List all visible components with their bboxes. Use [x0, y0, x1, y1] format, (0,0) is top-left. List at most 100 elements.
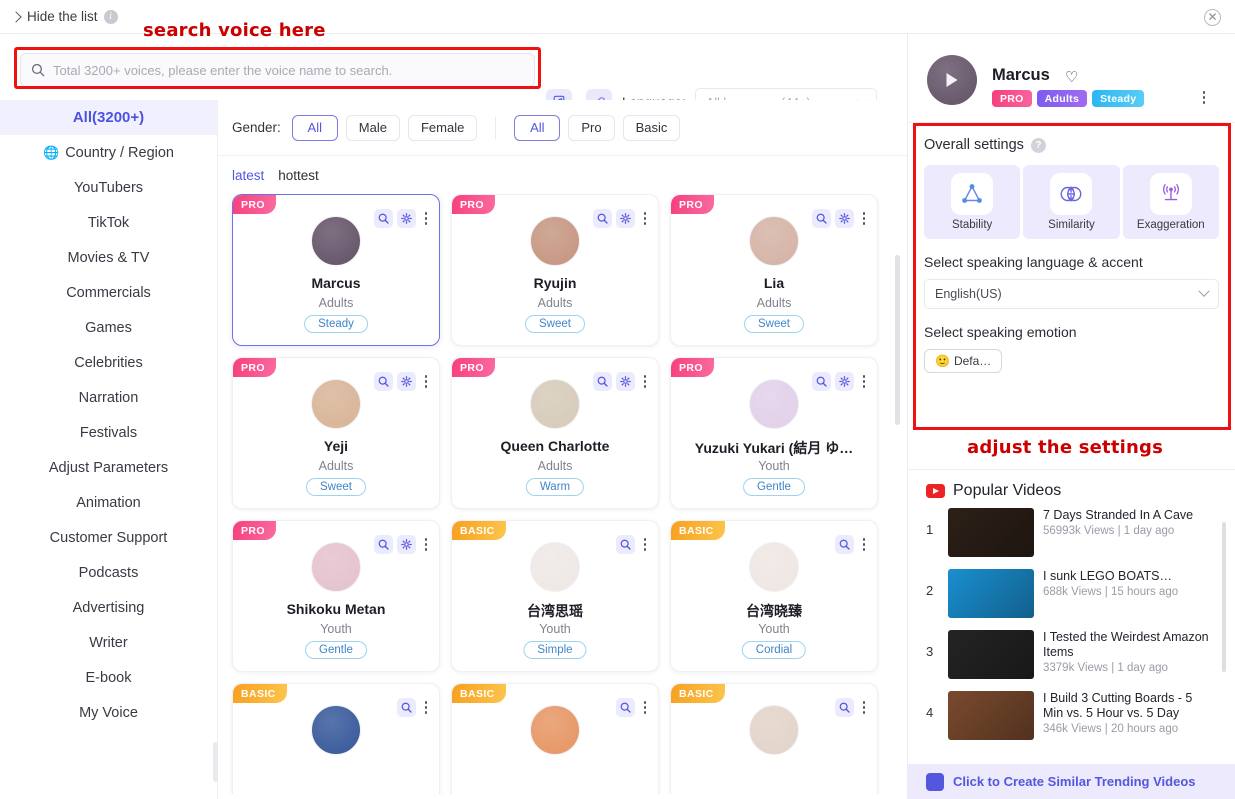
avatar[interactable]	[530, 379, 580, 429]
preview-search-icon[interactable]	[374, 372, 393, 391]
sidebar-item-tiktok[interactable]: TikTok	[0, 205, 217, 240]
category-sidebar[interactable]: All(3200+) 🌐 Country / Region YouTubers TikT…	[0, 100, 217, 799]
search-input[interactable]	[53, 62, 524, 78]
tier-option-basic[interactable]: Basic	[622, 114, 681, 141]
popular-video-thumbnail[interactable]	[948, 630, 1034, 679]
sidebar-item-podcasts[interactable]: Podcasts	[0, 555, 217, 590]
preview-search-icon[interactable]	[374, 209, 393, 228]
create-similar-videos-button[interactable]: + Click to Create Similar Trending Video…	[908, 764, 1235, 799]
more-options-icon[interactable]	[639, 698, 651, 717]
gender-option-female[interactable]: Female	[407, 114, 478, 141]
popular-video-thumbnail[interactable]	[948, 508, 1034, 557]
sort-tab-hottest[interactable]: hottest	[278, 168, 319, 183]
tier-option-pro[interactable]: Pro	[568, 114, 615, 141]
tier-filter-group[interactable]: All Pro Basic	[514, 114, 681, 141]
popular-video-thumbnail[interactable]	[948, 691, 1034, 740]
more-options-icon[interactable]	[420, 535, 432, 554]
gender-filter-group[interactable]: All Male Female	[291, 114, 478, 141]
avatar[interactable]	[530, 705, 580, 755]
avatar[interactable]	[311, 379, 361, 429]
preview-search-icon[interactable]	[593, 209, 612, 228]
more-options-icon[interactable]	[639, 209, 651, 228]
gear-icon[interactable]	[616, 372, 635, 391]
more-options-icon[interactable]	[420, 372, 432, 391]
more-options-icon[interactable]	[858, 535, 870, 554]
popular-video-item[interactable]: 2 I sunk LEGO BOATS… 688k Views | 15 hours…	[926, 569, 1235, 618]
more-options-icon[interactable]	[858, 698, 870, 717]
voice-card[interactable]: PRO Ryujin Adults Sweet	[451, 194, 659, 346]
avatar[interactable]	[530, 542, 580, 592]
avatar[interactable]	[749, 379, 799, 429]
sidebar-item-customer-support[interactable]: Customer Support	[0, 520, 217, 555]
sidebar-item-advertising[interactable]: Advertising	[0, 590, 217, 625]
main-scrollbar[interactable]	[895, 255, 900, 425]
sidebar-item-commercials[interactable]: Commercials	[0, 275, 217, 310]
gear-icon[interactable]	[397, 535, 416, 554]
gender-option-male[interactable]: Male	[345, 114, 400, 141]
voice-card[interactable]: PRO Lia Adults Sweet	[670, 194, 878, 346]
play-icon[interactable]	[946, 73, 958, 87]
sidebar-scrollbar[interactable]	[213, 742, 218, 782]
more-options-icon[interactable]	[1198, 88, 1210, 107]
preview-search-icon[interactable]	[374, 535, 393, 554]
sidebar-item-my-voice[interactable]: My Voice	[0, 695, 217, 730]
voice-card[interactable]: BASIC	[232, 683, 440, 794]
more-options-icon[interactable]	[420, 209, 432, 228]
avatar[interactable]	[530, 216, 580, 266]
voice-card[interactable]: BASIC 台湾晓臻 Youth Cordial	[670, 520, 878, 672]
sort-tabs[interactable]: latest hottest	[218, 156, 907, 194]
gear-icon[interactable]	[616, 209, 635, 228]
tile-exaggeration[interactable]: Exaggeration	[1122, 165, 1219, 239]
preview-search-icon[interactable]	[812, 209, 831, 228]
sidebar-item-all-3200[interactable]: All(3200+)	[0, 100, 217, 135]
gear-icon[interactable]	[397, 209, 416, 228]
gear-icon[interactable]	[397, 372, 416, 391]
popular-videos-scrollbar[interactable]	[1222, 522, 1226, 672]
sidebar-item-movies-tv[interactable]: Movies & TV	[0, 240, 217, 275]
preview-search-icon[interactable]	[812, 372, 831, 391]
popular-video-item[interactable]: 3 I Tested the Weirdest Amazon Items 3379k…	[926, 630, 1235, 679]
sidebar-item-games[interactable]: Games	[0, 310, 217, 345]
voice-card[interactable]: BASIC	[451, 683, 659, 794]
sidebar-item-writer[interactable]: Writer	[0, 625, 217, 660]
voice-card[interactable]: BASIC	[670, 683, 878, 794]
gender-option-all[interactable]: All	[291, 114, 338, 141]
tier-option-all[interactable]: All	[514, 114, 561, 141]
avatar[interactable]	[927, 55, 977, 105]
gear-icon[interactable]	[835, 209, 854, 228]
avatar[interactable]	[311, 542, 361, 592]
sidebar-item-animation[interactable]: Animation	[0, 485, 217, 520]
voice-card[interactable]: PRO Yeji Adults Sweet	[232, 357, 440, 509]
preview-search-icon[interactable]	[616, 535, 635, 554]
heart-icon[interactable]: ♡	[1065, 68, 1078, 86]
speaking-emotion-chip[interactable]: 🙂 Defa…	[924, 349, 1003, 373]
more-options-icon[interactable]	[858, 209, 870, 228]
tile-similarity[interactable]: Similarity	[1023, 165, 1120, 239]
sidebar-item-narration[interactable]: Narration	[0, 380, 217, 415]
voice-card[interactable]: PRO Shikoku Metan Youth Gentle	[232, 520, 440, 672]
avatar[interactable]	[749, 542, 799, 592]
sort-tab-latest[interactable]: latest	[232, 168, 264, 183]
sidebar-item-festivals[interactable]: Festivals	[0, 415, 217, 450]
preview-search-icon[interactable]	[593, 372, 612, 391]
sidebar-item-celebrities[interactable]: Celebrities	[0, 345, 217, 380]
avatar[interactable]	[311, 705, 361, 755]
preview-search-icon[interactable]	[835, 535, 854, 554]
sidebar-item-country-region[interactable]: 🌐 Country / Region	[0, 135, 217, 170]
more-options-icon[interactable]	[639, 535, 651, 554]
popular-video-thumbnail[interactable]	[948, 569, 1034, 618]
avatar[interactable]	[311, 216, 361, 266]
gear-icon[interactable]	[835, 372, 854, 391]
avatar[interactable]	[749, 705, 799, 755]
voice-card[interactable]: BASIC 台湾思瑶 Youth Simple	[451, 520, 659, 672]
sidebar-item-adjust-parameters[interactable]: Adjust Parameters	[0, 450, 217, 485]
hide-list-button[interactable]: Hide the list i	[10, 9, 118, 24]
more-options-icon[interactable]	[639, 372, 651, 391]
preview-search-icon[interactable]	[616, 698, 635, 717]
more-options-icon[interactable]	[420, 698, 432, 717]
more-options-icon[interactable]	[858, 372, 870, 391]
popular-video-item[interactable]: 4 I Build 3 Cutting Boards - 5 Min vs. 5 …	[926, 691, 1235, 740]
sidebar-item-e-book[interactable]: E-book	[0, 660, 217, 695]
info-icon[interactable]: i	[103, 9, 118, 24]
voice-card[interactable]: PRO Marcus Adults Steady	[232, 194, 440, 346]
